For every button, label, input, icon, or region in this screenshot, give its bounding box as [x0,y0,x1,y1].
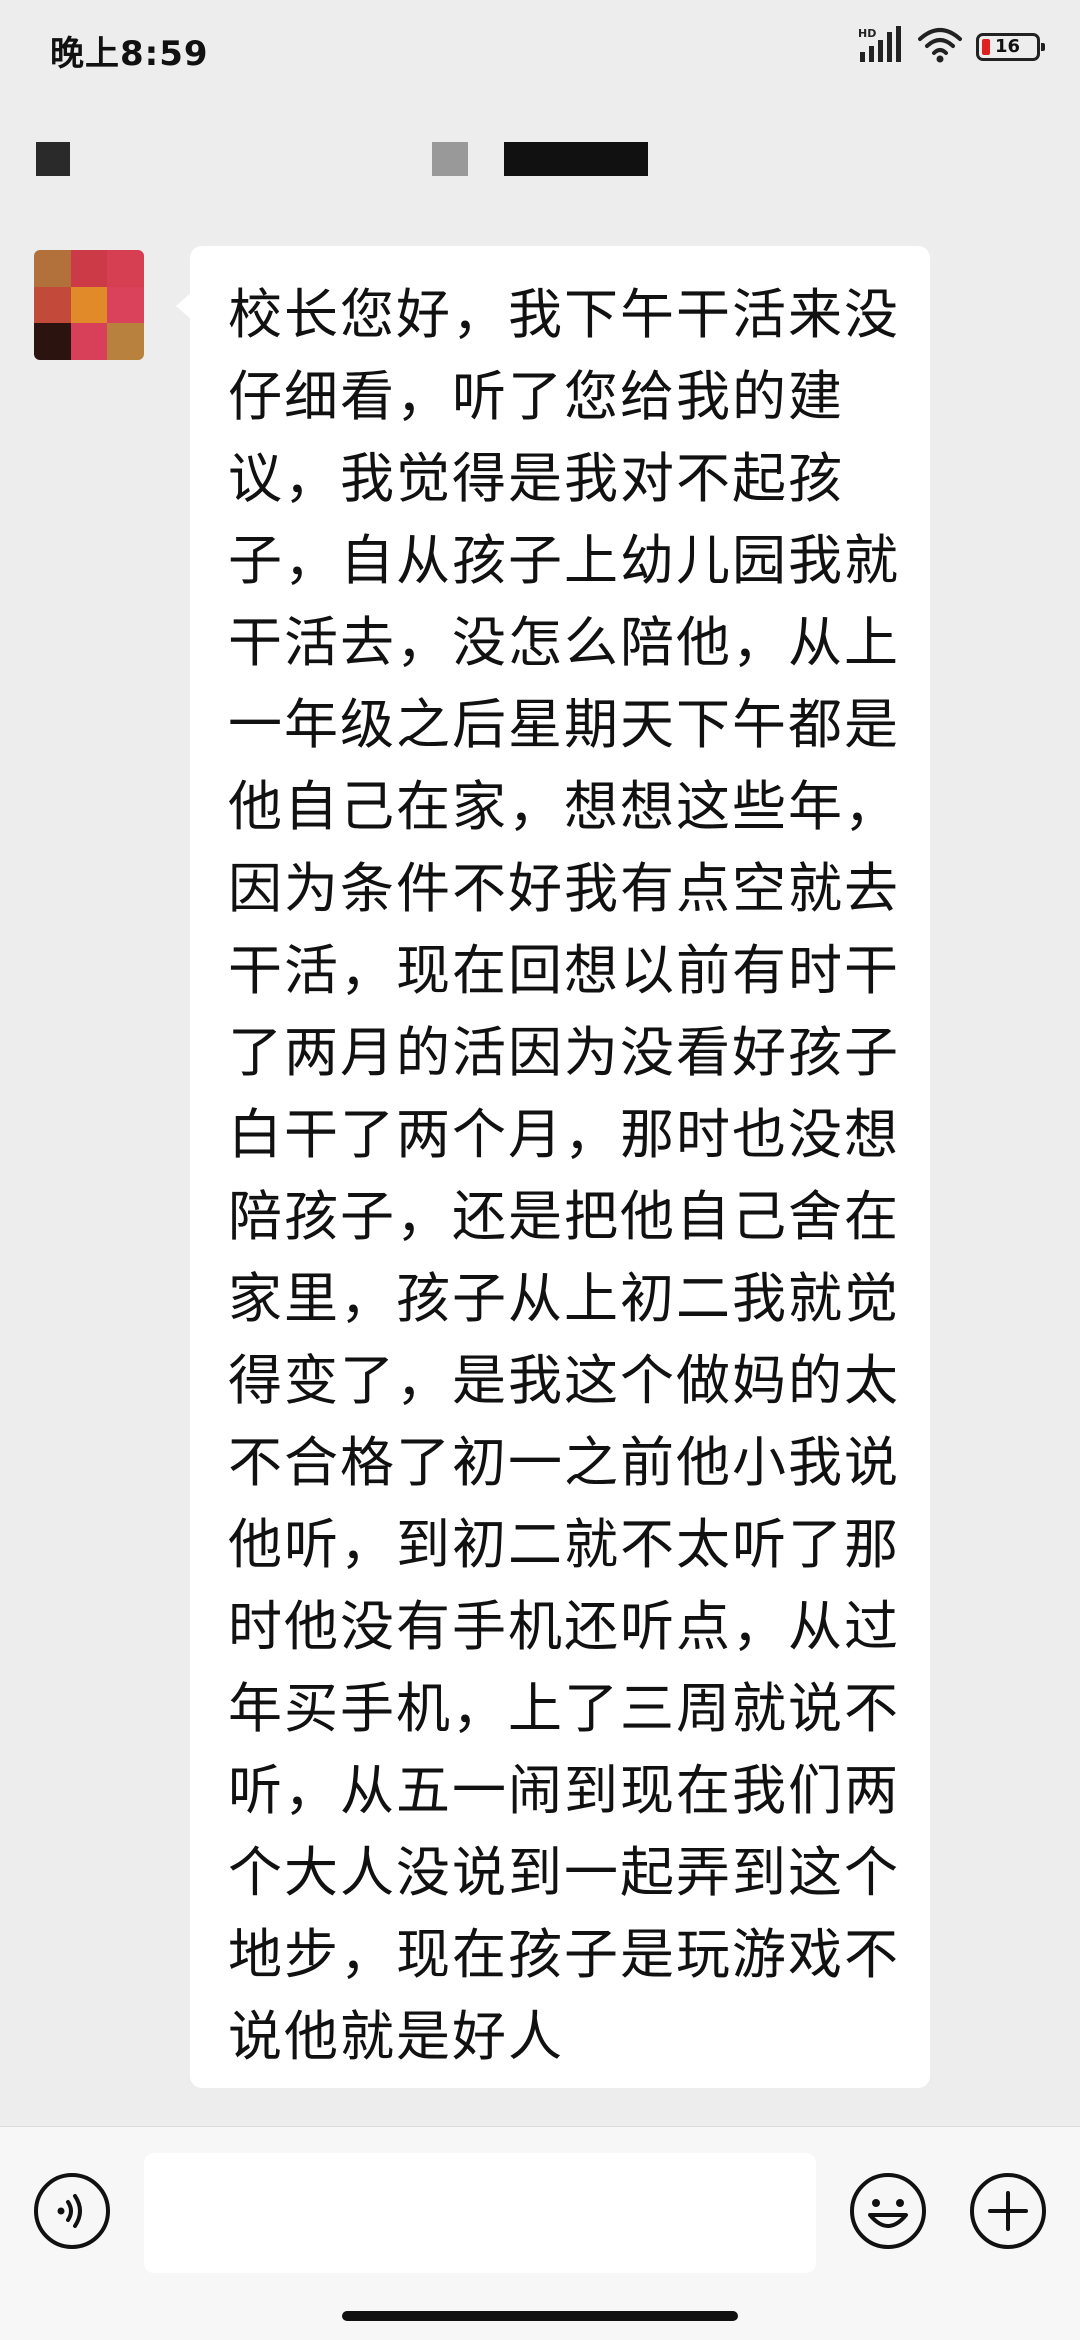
voice-icon [34,2173,110,2249]
battery-tip [1041,43,1045,51]
plus-icon [970,2173,1046,2249]
emoji-button[interactable] [848,2171,928,2251]
voice-button[interactable] [32,2171,112,2251]
message-bubble[interactable]: 校长您好，我下午干活来没仔细看，听了您给我的建议，我觉得是我对不起孩子，自从孩子… [190,246,930,2088]
avatar[interactable] [34,250,144,360]
redacted-title-part [432,142,468,176]
avatar-pixel [107,286,144,324]
avatar-pixel [34,323,71,360]
plus-button[interactable] [968,2171,1048,2251]
emoji-icon [850,2173,926,2249]
battery-level: 16 [995,36,1021,57]
avatar-pixel [70,323,108,360]
status-bar: 晚上8:59 HD 16 [0,0,1080,96]
chat-screen: 晚上8:59 HD 16 校长您好，我下午干活来没仔细看，听了您给我的建议，我觉… [0,0,1080,2340]
input-bar [0,2126,1080,2340]
svg-text:HD: HD [858,27,876,40]
battery-fill [982,39,990,55]
message-input[interactable] [144,2153,816,2273]
battery-icon: 16 [976,33,1045,61]
avatar-pixel [34,286,71,324]
avatar-pixel [70,286,108,324]
message-text[interactable]: 校长您好，我下午干活来没仔细看，听了您给我的建议，我觉得是我对不起孩子，自从孩子… [228,274,900,2078]
back-icon[interactable] [36,142,70,176]
redacted-title [504,142,648,176]
wifi-icon [918,27,962,67]
avatar-pixel [107,250,144,287]
avatar-pixel [34,250,71,287]
hd-signal-icon: HD [858,26,904,68]
status-time: 晚上8:59 [50,34,209,74]
status-icons: HD 16 [858,24,1045,70]
home-indicator[interactable] [342,2311,738,2321]
avatar-pixel [70,250,108,287]
avatar-pixel [107,323,144,360]
nav-bar [0,96,1080,226]
